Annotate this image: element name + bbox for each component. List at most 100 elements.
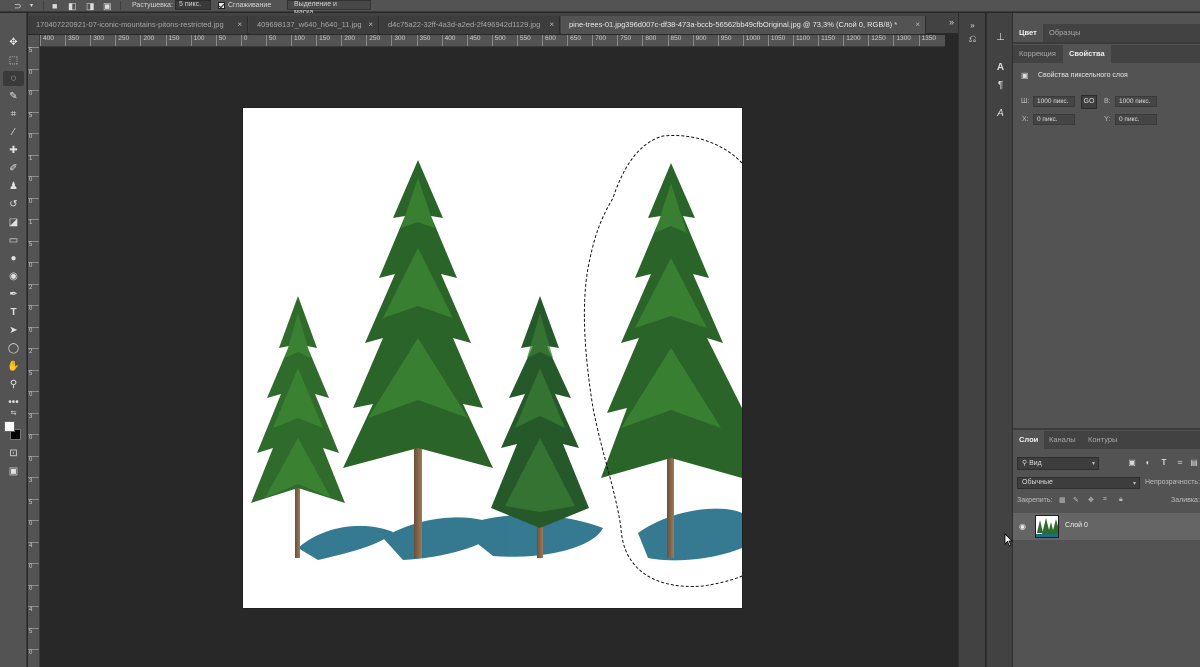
pen-icon[interactable]: ✒	[3, 287, 24, 302]
move-icon[interactable]: ✥	[3, 35, 24, 50]
document-tab[interactable]: 409698137_w640_h640_11.jpg ×	[249, 16, 379, 34]
new-selection-icon[interactable]: ■	[52, 1, 57, 11]
eraser-icon[interactable]: ◪	[3, 215, 24, 230]
quick-mask-icon[interactable]: ⊡	[3, 446, 24, 461]
panel-divider	[1013, 428, 1200, 430]
chevron-down-icon: ▾	[1132, 481, 1136, 487]
foreground-color-swatch[interactable]	[4, 421, 15, 432]
document-canvas[interactable]	[243, 108, 742, 608]
screen-mode-icon[interactable]: ▣	[3, 464, 24, 479]
lock-transparent-icon[interactable]: ▦	[1059, 496, 1066, 504]
more-icon[interactable]: •••	[3, 395, 24, 410]
hand-icon[interactable]: ✋	[3, 359, 24, 374]
gradient-icon[interactable]: ▭	[3, 233, 24, 248]
tab-paths[interactable]: Контуры	[1082, 431, 1123, 449]
close-icon[interactable]: ×	[549, 16, 554, 34]
tab-swatches[interactable]: Образцы	[1043, 24, 1087, 42]
ruler-tick: 0	[28, 584, 39, 593]
tab-color[interactable]: Цвет	[1013, 24, 1043, 42]
layer-row[interactable]: ◉ Слой 0	[1013, 513, 1200, 540]
blur-icon[interactable]: ●	[3, 251, 24, 266]
y-input[interactable]: 0 пикс.	[1115, 114, 1157, 125]
filter-pixel-icon[interactable]: ▣	[1127, 458, 1137, 468]
crop-icon[interactable]: ⌗	[3, 107, 24, 122]
blend-mode-select[interactable]: Обычные ▾	[1017, 477, 1140, 489]
eye-icon[interactable]: ◉	[1019, 522, 1029, 531]
ruler-tick: 3	[28, 412, 39, 421]
ruler-tick: 900	[692, 35, 706, 46]
chevron-down-icon[interactable]: ▾	[30, 1, 33, 11]
zoom-icon[interactable]: ⚲	[3, 377, 24, 392]
ruler-tick: 0	[28, 434, 39, 442]
ruler-tick: 1	[28, 154, 39, 163]
ruler-tick: 5	[28, 111, 39, 120]
dodge-icon[interactable]: ◉	[3, 269, 24, 284]
separator	[43, 1, 44, 10]
document-tab-active[interactable]: pine-trees-01.jpg396d007c-df38-473a-bccb…	[561, 16, 926, 34]
intersect-selection-icon[interactable]: ▣	[103, 1, 112, 11]
horizontal-ruler[interactable]: 400 350 300 250 200 150 100 50 0 50 100 150 200 250 30…	[40, 35, 945, 47]
x-input[interactable]: 0 пикс.	[1033, 114, 1075, 125]
lock-position-icon[interactable]: ✥	[1088, 496, 1094, 504]
filter-adjustment-icon[interactable]: ◐	[1143, 458, 1153, 468]
document-tab[interactable]: d4c75a22-32ff-4a3d-a2ed-2f496942d1129.jp…	[380, 16, 560, 34]
eyedropper-icon[interactable]: ⁄	[3, 125, 24, 140]
ruler-tick: 5	[28, 369, 39, 378]
lock-artboard-icon[interactable]: ⌗	[1103, 496, 1107, 504]
tab-properties[interactable]: Свойства	[1063, 45, 1111, 63]
lock-all-icon[interactable]: 🔒︎	[1119, 496, 1123, 504]
default-colors-icon[interactable]: ⇆	[3, 409, 24, 419]
ruler-tick: 5	[28, 240, 39, 249]
lock-pixels-icon[interactable]: ✎	[1073, 496, 1079, 504]
history-panel-icon[interactable]: ⎌	[965, 33, 980, 47]
link-dimensions-icon[interactable]: GO	[1081, 95, 1097, 109]
history-brush-icon[interactable]: ↺	[3, 197, 24, 212]
subtract-selection-icon[interactable]: ◨	[86, 1, 95, 11]
layer-filter-value: Вид	[1029, 460, 1042, 467]
antialias-checkbox[interactable]	[218, 2, 225, 9]
select-and-mask-button[interactable]: Выделение и маска...	[287, 0, 371, 16]
type-icon[interactable]: T	[3, 305, 24, 320]
tab-label: d4c75a22-32ff-4a3d-a2ed-2f496942d1129.jp…	[388, 20, 541, 29]
canvas-workspace[interactable]	[41, 48, 945, 667]
close-icon[interactable]: ×	[368, 16, 373, 34]
blend-mode-value: Обычные	[1022, 479, 1053, 486]
tab-layers[interactable]: Слои	[1013, 431, 1045, 449]
ellipse-icon[interactable]: ◯	[3, 341, 24, 356]
filter-shape-icon[interactable]: ⌗	[1175, 458, 1185, 468]
tab-channels[interactable]: Каналы	[1043, 431, 1082, 449]
ruler-tick: 5	[28, 498, 39, 507]
tab-adjustments[interactable]: Коррекция	[1013, 45, 1062, 63]
ruler-tick: 1150	[818, 35, 835, 46]
separator	[120, 1, 121, 10]
brush-icon[interactable]: ✐	[3, 161, 24, 176]
lasso-tool-preset-icon[interactable]: ⊃	[14, 1, 22, 11]
close-icon[interactable]: ×	[237, 16, 242, 34]
layer-filter-select[interactable]: ⚲ Вид ▾	[1017, 457, 1099, 470]
tabs-overflow-icon[interactable]: »	[949, 17, 954, 27]
add-to-selection-icon[interactable]: ◧	[68, 1, 77, 11]
width-input[interactable]: 1000 пикс.	[1033, 96, 1075, 107]
height-input[interactable]: 1000 пикс.	[1115, 96, 1157, 107]
filter-type-icon[interactable]: T	[1159, 458, 1169, 468]
paragraph-panel-icon[interactable]: ¶	[993, 79, 1008, 93]
document-tab[interactable]: 170407220921-07-iconic-mountains-pitons-…	[28, 16, 248, 34]
close-icon[interactable]: ×	[915, 16, 920, 34]
path-select-icon[interactable]: ➤	[3, 323, 24, 338]
glyphs-panel-icon[interactable]: A	[993, 107, 1008, 121]
filter-smart-object-icon[interactable]: ▤	[1189, 458, 1199, 468]
marquee-icon[interactable]: ⬚	[3, 53, 24, 68]
stamp-icon[interactable]: ♟	[3, 179, 24, 194]
feather-input[interactable]: 5 пикс.	[175, 0, 211, 10]
quick-select-icon[interactable]: ✎	[3, 89, 24, 104]
character-panel-icon[interactable]: A	[993, 61, 1008, 75]
ruler-tick: 200	[140, 35, 154, 46]
healing-icon[interactable]: ✚	[3, 143, 24, 158]
ruler-tick: 0	[28, 391, 39, 399]
x-label: X:	[1022, 116, 1029, 123]
collapse-panels-icon[interactable]: »	[965, 19, 980, 33]
lasso-icon[interactable]: ◌	[3, 71, 24, 86]
ruler-tick: 3	[28, 477, 39, 485]
vertical-ruler[interactable]: 5 0 0 5 0 1 0 0 1 5 0 2 0 0 2 5 0 3 0 0 3 5 0 4 0 0 4 5 0	[28, 35, 40, 667]
clone-source-icon[interactable]: ⊥	[993, 31, 1008, 45]
